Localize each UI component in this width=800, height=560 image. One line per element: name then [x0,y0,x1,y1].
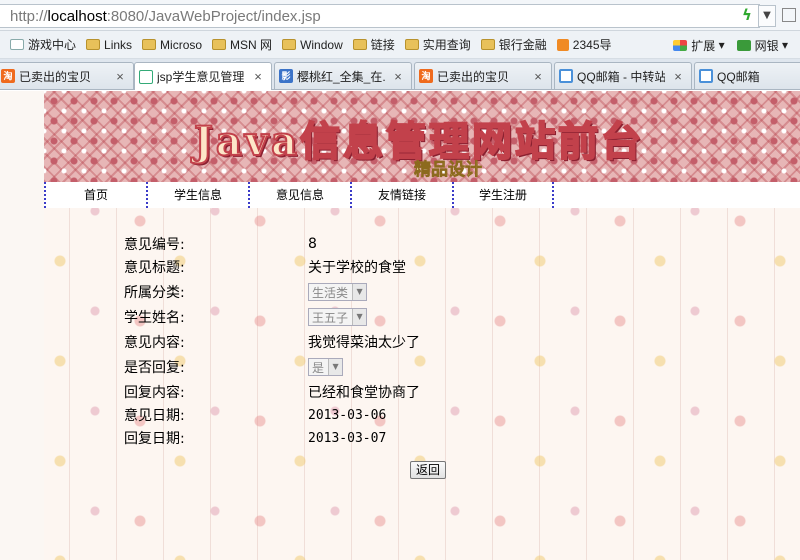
bookmark-windows[interactable]: Window [282,38,343,52]
jsp-icon [139,69,153,84]
baidu-icon: 影 [279,69,293,83]
qq-icon [559,69,573,83]
close-icon[interactable]: × [251,69,265,84]
close-icon[interactable]: × [113,69,127,84]
site-nav: 首页 学生信息 意见信息 友情链接 学生注册 [44,182,800,208]
value-content: 我觉得菜油太少了 [308,335,420,351]
label-title: 意见标题: [124,260,185,276]
folder-icon [352,39,367,50]
bookmark-links-cn[interactable]: 链接 [352,36,395,53]
nav-opinion-info[interactable]: 意见信息 [248,182,350,208]
label-category: 所属分类: [124,285,185,301]
replied-select[interactable]: 是 ▼ [308,358,344,376]
value-reply-date: 2013-03-07 [308,430,387,446]
extensions-icon [673,39,688,51]
value-id: 8 [308,236,317,252]
tab-sold-items-2[interactable]: 淘 已卖出的宝贝 × [414,62,552,89]
label-replied: 是否回复: [124,360,185,376]
nav-home[interactable]: 首页 [44,182,146,208]
netbank-button[interactable]: 网银 ▾ [736,37,788,54]
tab-cherry-red[interactable]: 影 樱桃红_全集_在... × [274,62,412,89]
bookmarks-bar: 游戏中心 Links Microso MSN 网 Window 链接 实用查询 … [0,31,800,59]
close-icon[interactable]: × [391,69,405,84]
site-2345-icon [556,38,569,51]
label-id: 意见编号: [124,237,185,253]
bookmark-bank[interactable]: 银行金融 [480,36,547,53]
address-bar: http://localhost:8080/JavaWebProject/ind… [0,0,800,31]
bookmark-2345[interactable]: 2345导 [556,36,612,53]
value-date: 2013-03-06 [308,407,387,423]
tab-qq-mail[interactable]: QQ邮箱 [694,62,800,89]
chevron-down-icon: ▼ [328,359,343,375]
url-host: localhost [47,7,107,25]
site-banner: Java信息管理网站前台 精品设计 [44,91,800,182]
taobao-icon: 淘 [419,69,433,83]
category-select[interactable]: 生活类 ▼ [308,283,368,301]
url-path: :8080/JavaWebProject/index.jsp [106,7,321,25]
folder-icon [86,39,101,50]
bookmark-query[interactable]: 实用查询 [404,36,471,53]
label-date: 意见日期: [124,408,185,424]
tab-sold-items-1[interactable]: 淘 已卖出的宝贝 × [0,62,134,89]
nav-student-register[interactable]: 学生注册 [452,182,554,208]
bookmark-msn[interactable]: MSN 网 [212,36,272,53]
folder-icon [212,39,227,50]
web-page: Java信息管理网站前台 精品设计 首页 学生信息 意见信息 友情链接 学生注册 [0,91,800,560]
banner-subtitle: 精品设计 [414,160,483,181]
bookmark-links[interactable]: Links [86,38,132,52]
bookmark-games[interactable]: 游戏中心 [10,36,76,53]
value-title: 关于学校的食堂 [308,260,406,276]
chevron-down-icon[interactable]: ▼ [758,5,776,27]
chevron-down-icon: ▼ [352,309,367,325]
back-button[interactable]: 返回 [410,461,446,479]
shield-icon [736,39,751,51]
folder-icon [142,39,157,50]
tab-jsp-opinion[interactable]: jsp学生意见管理... × [134,62,272,90]
nav-student-info[interactable]: 学生信息 [146,182,248,208]
taobao-icon: 淘 [1,69,15,83]
student-select[interactable]: 王五子 ▼ [308,308,368,326]
bookmark-microsoft[interactable]: Microso [142,38,202,52]
url-input[interactable]: http://localhost:8080/JavaWebProject/ind… [0,4,760,28]
folder-icon [282,39,297,50]
close-icon[interactable]: × [531,69,545,84]
tab-qq-mail-transfer[interactable]: QQ邮箱 - 中转站 × [554,62,692,89]
nav-friend-links[interactable]: 友情链接 [350,182,452,208]
grid-icon[interactable] [782,8,796,22]
label-student: 学生姓名: [124,310,185,326]
folder-icon [480,39,495,50]
lightning-icon[interactable]: ϟ [742,6,756,26]
label-reply-date: 回复日期: [124,431,185,447]
folder-icon [404,39,419,50]
close-icon[interactable]: × [671,69,685,84]
page-left-margin [0,91,44,560]
page-icon [10,39,24,50]
tab-strip: 淘 已卖出的宝贝 × jsp学生意见管理... × 影 樱桃红_全集_在... … [0,59,800,90]
url-scheme: http:// [10,7,48,25]
label-reply: 回复内容: [124,385,185,401]
chevron-down-icon: ▼ [352,284,367,300]
qq-icon [699,69,713,83]
label-content: 意见内容: [124,335,185,351]
value-reply: 已经和食堂协商了 [308,385,420,401]
extensions-button[interactable]: 扩展 ▾ [673,37,725,54]
